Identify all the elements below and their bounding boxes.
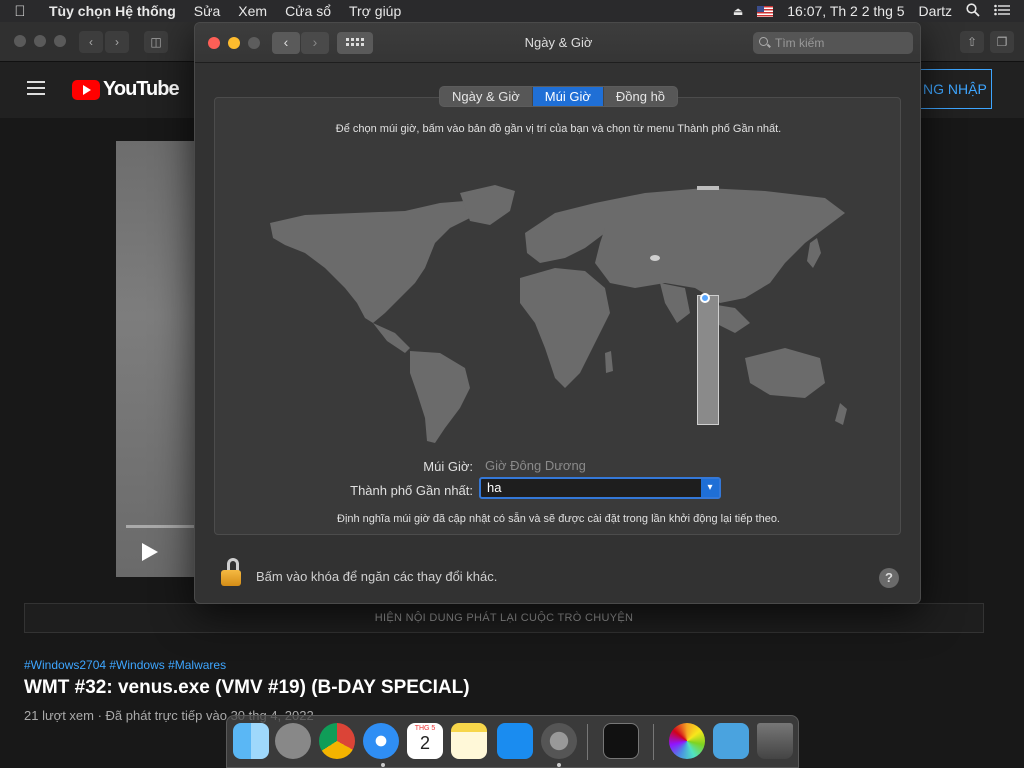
system-preferences-icon[interactable] <box>541 723 577 759</box>
lock-message: Bấm vào khóa để ngăn các thay đổi khác. <box>256 569 498 584</box>
video-hashtags[interactable]: #Windows2704 #Windows #Malwares <box>24 658 226 672</box>
closest-city-input[interactable]: ha ▾ <box>479 477 721 499</box>
menu-view[interactable]: Xem <box>229 3 276 19</box>
chat-replay-button[interactable]: HIỆN NỘI DUNG PHÁT LẠI CUỘC TRÒ CHUYỆN <box>24 603 984 633</box>
browser-minimize-button[interactable] <box>34 35 46 47</box>
menu-bar:  Tùy chọn Hệ thống Sửa Xem Cửa sổ Trợ g… <box>0 0 1024 22</box>
location-pin-icon[interactable] <box>700 293 710 303</box>
spotlight-icon[interactable] <box>966 2 980 20</box>
menu-user[interactable]: Dartz <box>919 3 952 19</box>
trash-icon[interactable] <box>757 723 793 759</box>
menu-help[interactable]: Trợ giúp <box>340 3 410 19</box>
window-titlebar: ‹ › Ngày & Giờ Tìm kiếm <box>195 23 920 63</box>
photos-icon[interactable] <box>669 723 705 759</box>
dock-separator-2 <box>653 724 654 760</box>
closest-city-value: ha <box>487 480 502 495</box>
calendar-month: THG 5 <box>414 725 436 732</box>
browser-zoom-button[interactable] <box>54 35 66 47</box>
dock-separator <box>587 724 588 760</box>
timezone-label: Múi Giờ: <box>423 459 473 474</box>
system-preferences-running-dot <box>557 763 561 767</box>
hamburger-menu-icon[interactable] <box>27 81 45 95</box>
browser-close-button[interactable] <box>14 35 26 47</box>
apple-menu-icon[interactable]:  <box>0 3 40 20</box>
browser-forward-icon[interactable]: › <box>105 31 129 53</box>
timezone-value: Giờ Đông Dương <box>485 458 586 473</box>
map-central-america <box>373 323 410 353</box>
help-button[interactable]: ? <box>879 568 899 588</box>
closest-city-label: Thành phố Gần nhất: <box>350 483 473 498</box>
map-south-america <box>410 351 470 443</box>
tabs-overview-icon[interactable]: ❐ <box>990 31 1014 53</box>
map-north-america <box>270 201 470 323</box>
map-selected-marker <box>650 255 660 261</box>
menu-app-name[interactable]: Tùy chọn Hệ thống <box>40 3 185 19</box>
menu-edit[interactable]: Sửa <box>185 3 230 19</box>
search-field[interactable]: Tìm kiếm <box>753 32 913 54</box>
world-map[interactable] <box>265 173 855 448</box>
menu-window[interactable]: Cửa sổ <box>276 3 340 19</box>
search-placeholder: Tìm kiếm <box>775 36 825 50</box>
tab-time-zone[interactable]: Múi Giờ <box>532 87 604 106</box>
notification-center-icon[interactable] <box>994 3 1010 19</box>
tab-clock[interactable]: Đồng hồ <box>604 87 677 106</box>
finder-icon[interactable] <box>233 723 269 759</box>
launchpad-icon[interactable] <box>275 723 311 759</box>
downloads-folder-icon[interactable] <box>713 723 749 759</box>
map-india <box>660 283 690 323</box>
map-japan <box>807 238 821 268</box>
share-icon[interactable]: ⇧ <box>960 31 984 53</box>
map-australia <box>745 348 825 398</box>
safari-running-dot <box>381 763 385 767</box>
menu-clock[interactable]: 16:07, Th 2 2 thg 5 <box>787 3 904 19</box>
eject-icon[interactable]: ⏏ <box>733 5 743 18</box>
app-store-icon[interactable] <box>497 723 533 759</box>
youtube-logo[interactable]: YouTube <box>72 78 180 101</box>
map-greenland <box>460 185 515 225</box>
map-new-zealand <box>835 403 847 425</box>
chevron-down-icon[interactable]: ▾ <box>701 479 719 497</box>
search-icon <box>759 37 768 46</box>
chrome-icon[interactable] <box>319 723 355 759</box>
tab-date-time[interactable]: Ngày & Giờ <box>440 87 533 106</box>
map-africa <box>520 268 610 388</box>
date-time-preferences-window: ‹ › Ngày & Giờ Tìm kiếm Ngày & Giờ Múi G… <box>194 22 921 604</box>
notes-icon[interactable] <box>451 723 487 759</box>
calendar-day: 2 <box>419 733 430 753</box>
dock: THG 5 2 <box>226 715 799 768</box>
map-asia <box>595 188 845 303</box>
terminal-icon[interactable] <box>603 723 639 759</box>
lock-body <box>221 570 241 586</box>
map-madagascar <box>605 351 613 373</box>
input-source-flag-icon[interactable] <box>757 5 774 17</box>
youtube-logo-text: YouTube <box>103 78 180 100</box>
video-play-icon[interactable] <box>142 543 158 561</box>
video-title: WMT #32: venus.exe (VMV #19) (B-DAY SPEC… <box>24 677 470 698</box>
browser-back-icon[interactable]: ‹ <box>79 31 103 53</box>
calendar-icon[interactable]: THG 5 2 <box>407 723 443 759</box>
sidebar-toggle-icon[interactable]: ◫ <box>144 31 168 53</box>
timezone-band-small <box>697 186 719 190</box>
lock-icon[interactable] <box>221 558 241 586</box>
instruction-text: Để chọn múi giờ, bấm vào bản đồ gần vị t… <box>335 123 782 135</box>
tab-bar: Ngày & Giờ Múi Giờ Đồng hồ <box>439 86 679 107</box>
update-note: Định nghĩa múi giờ đã cập nhật có sẵn và… <box>337 513 780 525</box>
timezone-highlight-band <box>697 295 719 425</box>
youtube-play-logo-icon <box>72 79 100 100</box>
safari-icon[interactable] <box>363 723 399 759</box>
